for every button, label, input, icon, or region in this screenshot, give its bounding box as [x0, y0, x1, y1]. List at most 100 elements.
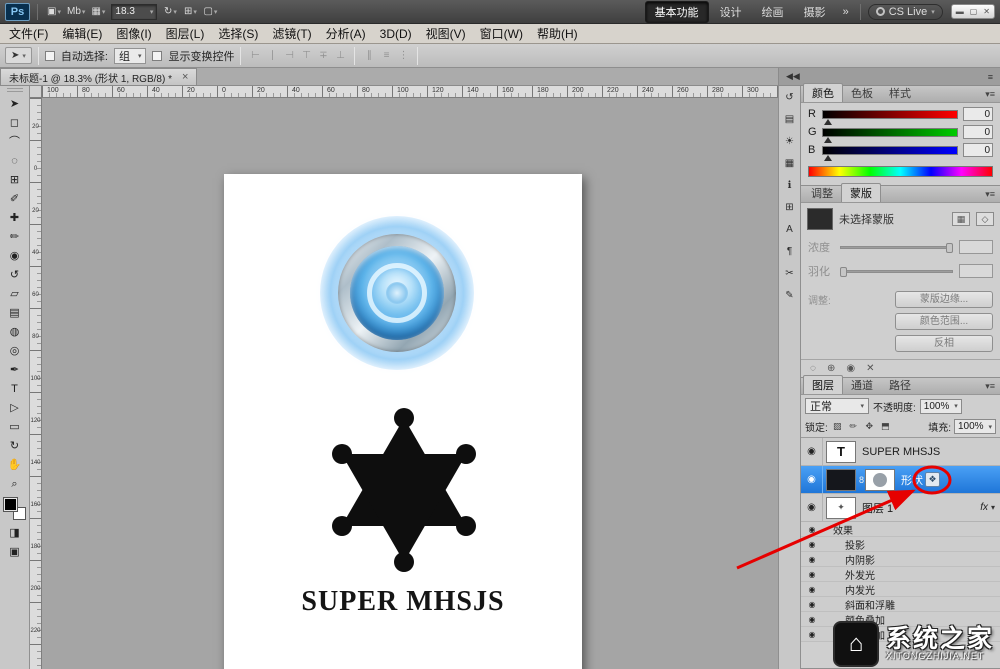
add-pixel-mask-icon[interactable]: ▦ [952, 212, 970, 226]
hand-tool[interactable]: ✋ [3, 456, 27, 475]
tab-styles[interactable]: 样式 [881, 84, 919, 102]
disable-mask-icon[interactable]: ◉ [846, 360, 855, 378]
lock-position-icon[interactable]: ✥ [863, 421, 876, 432]
visibility-icon[interactable]: ◉ [801, 615, 823, 624]
mini-bridge-icon[interactable]: Mb▾ [65, 3, 87, 21]
layer-row-text[interactable]: ◉ T SUPER MHSJS [801, 438, 1000, 466]
auto-select-checkbox[interactable] [45, 51, 55, 61]
3d-rotate-tool[interactable]: ↻ [3, 437, 27, 456]
clone-stamp-tool[interactable]: ◉ [3, 247, 27, 266]
add-vector-mask-icon[interactable]: ◇ [976, 212, 994, 226]
tab-channels[interactable]: 通道 [843, 376, 881, 394]
align-top-icon[interactable]: ⊤ [298, 50, 314, 61]
layer-name[interactable]: 形状 1 [901, 472, 925, 488]
align-left-icon[interactable]: ⊢ [247, 50, 263, 61]
gradient-tool[interactable]: ▤ [3, 304, 27, 323]
image-layer-thumbnail[interactable]: ✦ [826, 497, 856, 519]
workspace-button[interactable]: 设计 [711, 2, 751, 22]
workspace-button[interactable]: 绘画 [753, 2, 793, 22]
clone-source-panel-icon[interactable]: ✂ [781, 266, 799, 281]
align-center-h-icon[interactable]: ∣ [264, 50, 280, 61]
slider-knob[interactable] [840, 267, 847, 277]
bridge-icon[interactable]: ▣▾ [45, 3, 63, 21]
effect-row[interactable]: ◉投影 [801, 537, 1000, 552]
document-canvas[interactable]: SUPER MHSJS [224, 174, 582, 669]
menu-item[interactable]: 图像(I) [109, 25, 158, 42]
collapse-dock-icon[interactable]: ◀◀ [786, 71, 800, 82]
red-value-input[interactable]: 0 [963, 107, 993, 121]
histogram-panel-icon[interactable]: ▦ [781, 156, 799, 171]
screen-mode-icon[interactable]: ▢▾ [201, 3, 219, 21]
pen-tool[interactable]: ✒ [3, 361, 27, 380]
visibility-icon[interactable]: ◉ [801, 540, 823, 549]
adjustments-panel-icon[interactable]: ☀ [781, 134, 799, 149]
green-value-input[interactable]: 0 [963, 125, 993, 139]
visibility-icon[interactable]: ◉ [801, 600, 823, 609]
effect-row[interactable]: ◉外发光 [801, 567, 1000, 582]
swatches-panel-icon[interactable]: ⊞ [781, 200, 799, 215]
slider-knob[interactable] [824, 137, 832, 143]
info-panel-icon[interactable]: ℹ [781, 178, 799, 193]
spectrum-ramp[interactable] [808, 166, 993, 177]
menu-item[interactable]: 图层(L) [159, 25, 212, 42]
zoom-level-input[interactable]: 18.3 ▾ [111, 4, 157, 20]
slider-knob[interactable] [824, 119, 832, 125]
tab-adjustments[interactable]: 调整 [803, 184, 841, 202]
panel-menu-icon[interactable]: ▾≡ [980, 189, 1000, 202]
auto-select-dropdown[interactable]: 组 ▾ [114, 48, 147, 64]
blue-value-input[interactable]: 0 [963, 143, 993, 157]
collapse-effects-icon[interactable]: ▾ [991, 503, 995, 512]
fx-badge[interactable]: fx [980, 502, 988, 513]
zoom-tool[interactable]: ⌕ [3, 475, 27, 494]
distribute-even-icon[interactable]: ⋮ [395, 50, 411, 61]
healing-brush-tool[interactable]: ✚ [3, 209, 27, 228]
rotate-view-icon[interactable]: ↻▾ [161, 3, 179, 21]
lock-transparent-icon[interactable]: ▨ [831, 421, 844, 432]
workspace-button[interactable]: 摄影 [795, 2, 835, 22]
distribute-h-icon[interactable]: ∥ [361, 50, 377, 61]
visibility-icon[interactable]: ◉ [801, 525, 823, 534]
eraser-tool[interactable]: ▱ [3, 285, 27, 304]
delete-mask-icon[interactable]: ✕ [866, 360, 874, 378]
effects-title-row[interactable]: ◉ 效果 [801, 522, 1000, 537]
menu-item[interactable]: 选择(S) [211, 25, 265, 42]
document-tab[interactable]: 未标题-1 @ 18.3% (形状 1, RGB/8) * × [0, 68, 197, 85]
green-slider[interactable] [822, 128, 958, 137]
menu-item[interactable]: 窗口(W) [473, 25, 530, 42]
canvas-viewport[interactable]: SUPER MHSJS [42, 98, 778, 669]
show-transform-checkbox[interactable] [152, 51, 162, 61]
invert-button[interactable]: 反相 [895, 335, 993, 352]
dodge-tool[interactable]: ◎ [3, 342, 27, 361]
screen-mode-button[interactable]: ▣ [3, 543, 27, 562]
visibility-icon[interactable]: ◉ [801, 555, 823, 564]
visibility-icon[interactable]: ◉ [801, 494, 823, 521]
blend-mode-dropdown[interactable]: 正常 ▾ [805, 398, 869, 414]
dock-menu-icon[interactable]: ≡ [988, 72, 993, 82]
align-bottom-icon[interactable]: ⊥ [332, 50, 348, 61]
path-selection-tool[interactable]: ▷ [3, 399, 27, 418]
visibility-icon[interactable]: ◉ [801, 630, 823, 639]
layer-row-shape[interactable]: ◉ 8 形状 1 ❖ [801, 466, 1000, 494]
panel-menu-icon[interactable]: ▾≡ [980, 381, 1000, 394]
tab-paths[interactable]: 路径 [881, 376, 919, 394]
color-swatches[interactable] [3, 497, 27, 521]
density-slider[interactable] [840, 246, 953, 249]
effect-row[interactable]: ◉斜面和浮雕 [801, 597, 1000, 612]
panel-menu-icon[interactable]: ▾≡ [980, 89, 1000, 102]
layer-comps-panel-icon[interactable]: ▤ [781, 112, 799, 127]
shape-fill-thumbnail[interactable] [826, 469, 856, 491]
tab-color[interactable]: 颜色 [803, 83, 843, 102]
menu-item[interactable]: 滤镜(T) [265, 25, 318, 42]
visibility-icon[interactable]: ◉ [801, 570, 823, 579]
arrange-documents-icon[interactable]: ⊞▾ [181, 3, 199, 21]
layer-name[interactable]: 图层 1 [862, 500, 980, 516]
mask-edge-button[interactable]: 蒙版边缘... [895, 291, 993, 308]
foreground-color-swatch[interactable] [4, 498, 17, 511]
blur-tool[interactable]: ◍ [3, 323, 27, 342]
view-extras-icon[interactable]: ▦▾ [89, 3, 107, 21]
menu-item[interactable]: 编辑(E) [55, 25, 109, 42]
menu-item[interactable]: 视图(V) [419, 25, 473, 42]
tab-masks[interactable]: 蒙版 [841, 183, 881, 202]
quick-mask-button[interactable]: ◨ [3, 524, 27, 543]
type-tool[interactable]: T [3, 380, 27, 399]
